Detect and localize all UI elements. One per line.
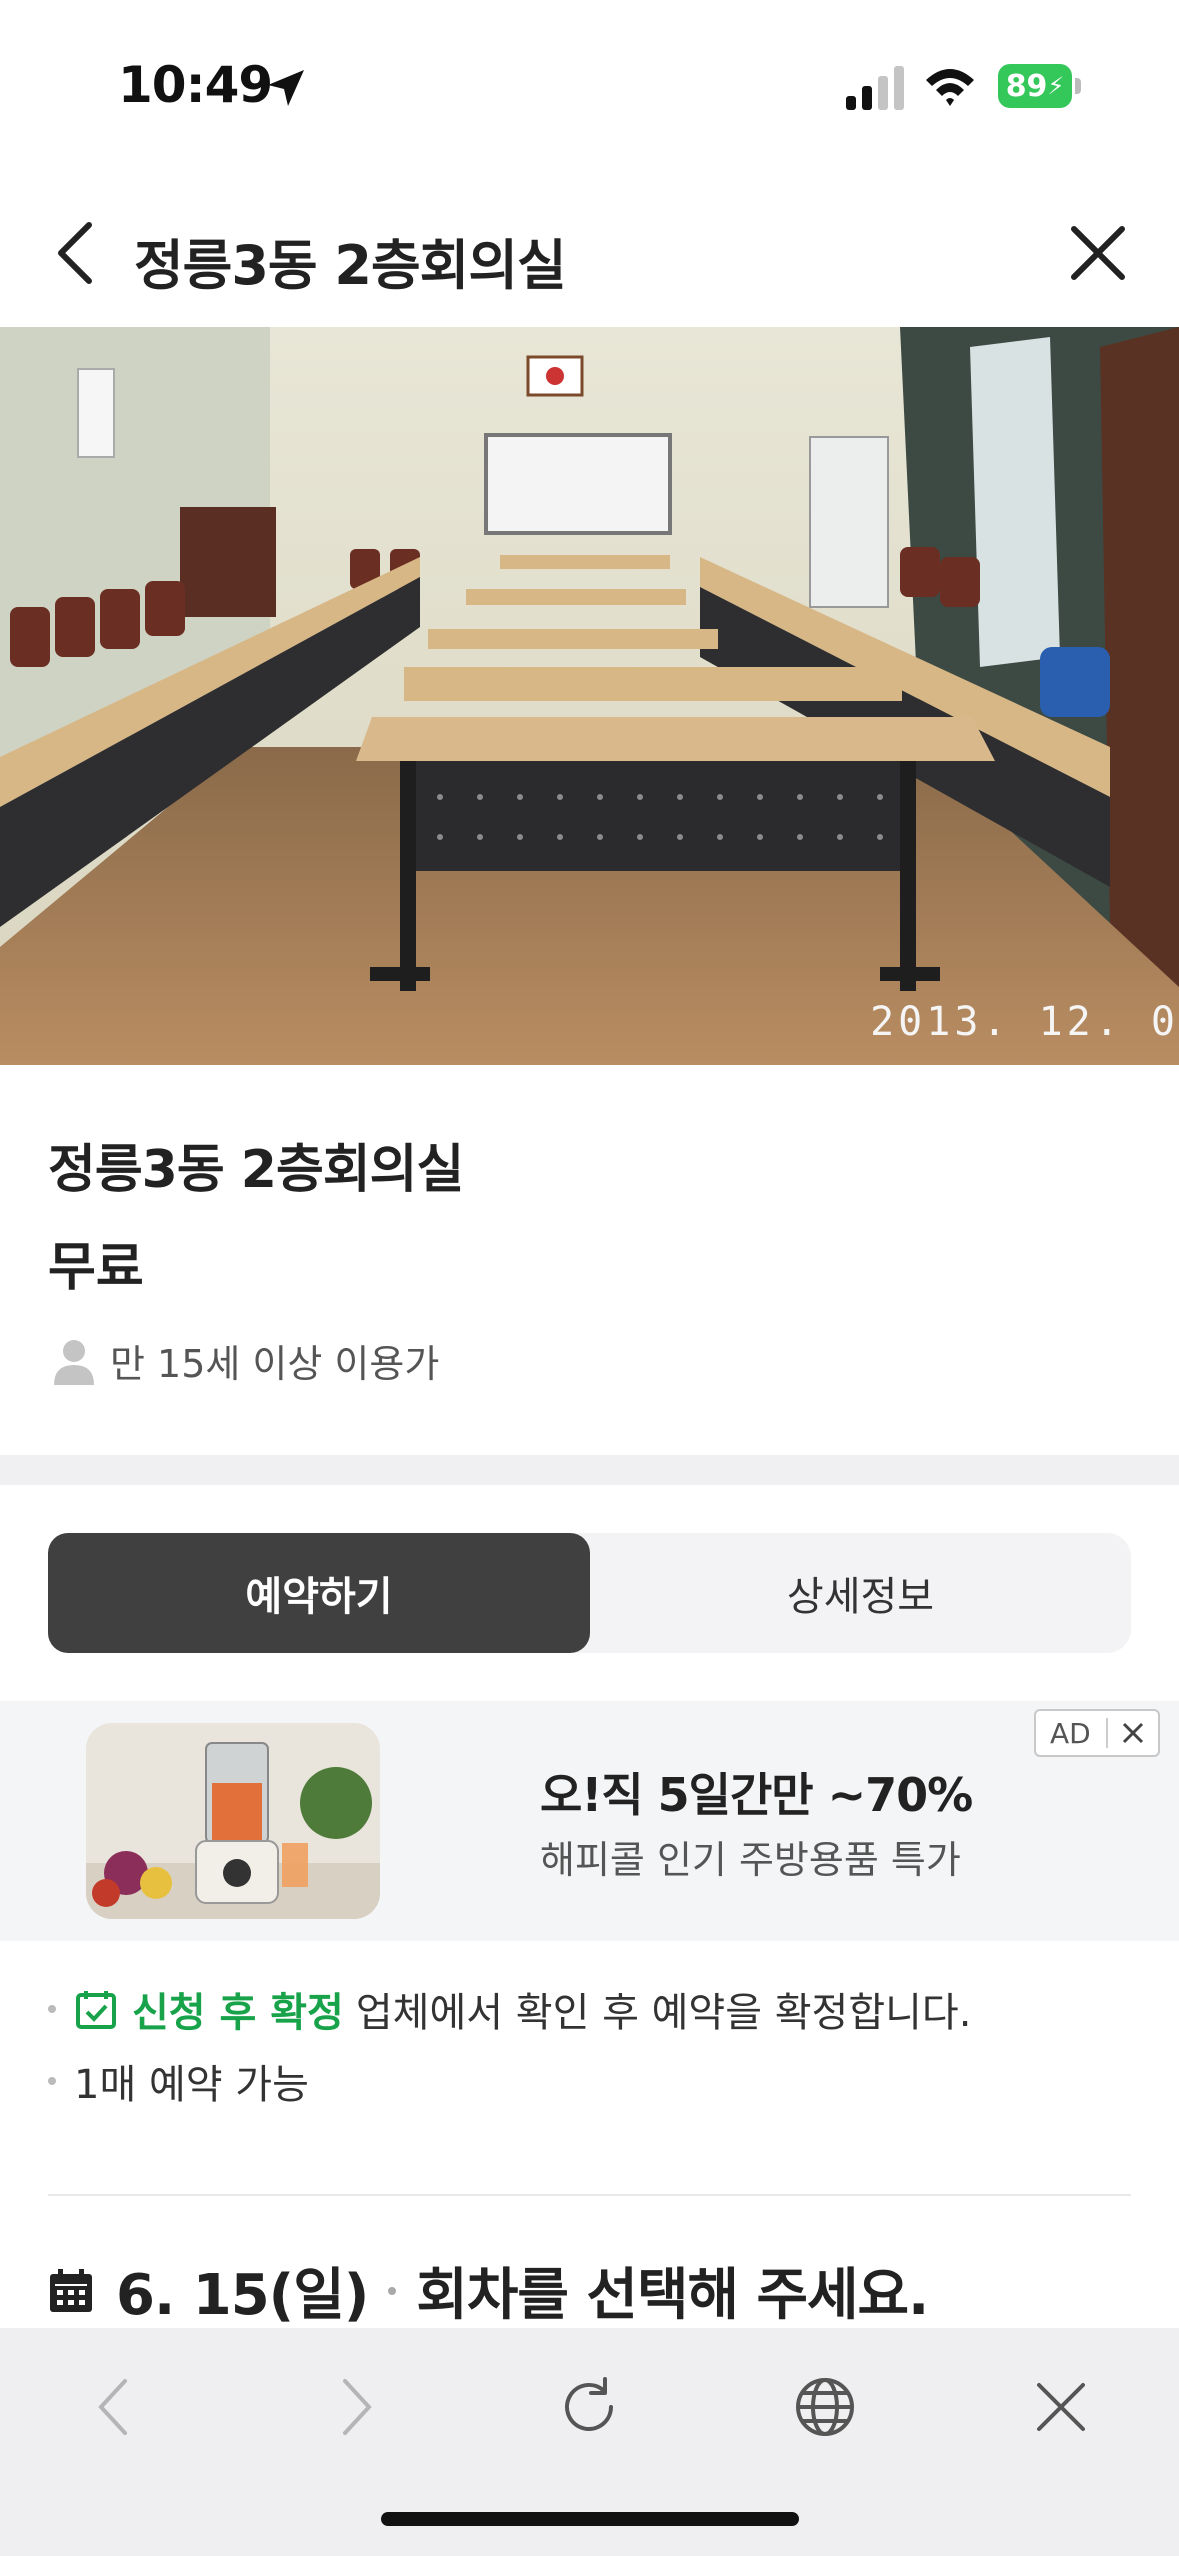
divider xyxy=(48,2194,1131,2196)
photo-date-stamp: 2013. 12. 0 xyxy=(870,999,1179,1045)
calendar-check-icon xyxy=(76,1991,116,2029)
notice-ticket-limit: 1매 예약 가능 xyxy=(48,2052,309,2110)
meeting-room-image xyxy=(0,327,1179,1065)
close-icon xyxy=(1037,2383,1085,2431)
tab-reserve[interactable]: 예약하기 xyxy=(48,1533,590,1653)
venue-price: 무료 xyxy=(48,1238,144,1298)
notice-confirmation: 신청 후 확정 업체에서 확인 후 예약을 확정합니다. xyxy=(48,1980,971,2038)
ad-subtitle: 해피콜 인기 주방용품 특가 xyxy=(540,1838,961,1882)
session-prompt: 회차를 선택해 주세요. xyxy=(416,2263,929,2328)
venue-name: 정릉3동 2층회의실 xyxy=(48,1140,464,1200)
battery-level: 89 ⚡ xyxy=(998,64,1072,108)
browser-back-button[interactable] xyxy=(68,2362,158,2452)
chevron-left-icon xyxy=(58,222,92,284)
status-bar: 10:49 89 ⚡ xyxy=(0,0,1179,175)
battery-percent: 89 xyxy=(1005,68,1048,104)
ad-image xyxy=(86,1723,380,1919)
date-selector[interactable]: 6. 15(일) 회차를 선택해 주세요. xyxy=(48,2250,929,2331)
person-icon xyxy=(54,1339,94,1385)
confirmation-type: 신청 후 확정 xyxy=(132,1990,344,2036)
ad-badge: AD xyxy=(1034,1709,1160,1757)
close-button[interactable] xyxy=(1060,215,1136,291)
browser-forward-button[interactable] xyxy=(312,2362,402,2452)
section-divider xyxy=(0,1455,1179,1485)
ad-banner[interactable]: 오!직 5일간만 ~70% 해피콜 인기 주방용품 특가 AD xyxy=(0,1701,1179,1941)
ad-label: AD xyxy=(1050,1716,1091,1750)
ad-close-button[interactable] xyxy=(1108,1722,1158,1744)
chevron-right-icon xyxy=(343,2379,372,2435)
close-icon xyxy=(1122,1722,1144,1744)
wifi-icon xyxy=(926,69,974,106)
age-restriction: 만 15세 이상 이용가 xyxy=(52,1333,439,1388)
selected-date: 6. 15(일) xyxy=(116,2263,369,2328)
status-time: 10:49 xyxy=(118,56,273,114)
chevron-left-icon xyxy=(98,2379,127,2435)
cellular-signal-icon xyxy=(846,66,904,110)
tab-details[interactable]: 상세정보 xyxy=(590,1533,1131,1653)
bullet xyxy=(48,2005,56,2013)
blender-product-image xyxy=(86,1723,380,1919)
venue-photo[interactable]: 2013. 12. 0 xyxy=(0,327,1179,1065)
home-indicator[interactable] xyxy=(381,2512,799,2526)
battery-cap xyxy=(1075,78,1081,94)
page-title: 정릉3동 2층회의실 xyxy=(134,234,567,297)
browser-close-button[interactable] xyxy=(1016,2362,1106,2452)
reload-icon xyxy=(565,2377,613,2431)
tab-bar: 예약하기 상세정보 xyxy=(48,1533,1131,1653)
charging-bolt-icon: ⚡ xyxy=(1047,72,1065,100)
ticket-limit-text: 1매 예약 가능 xyxy=(74,2062,309,2108)
separator-dot xyxy=(388,2286,397,2295)
battery-indicator: 89 ⚡ xyxy=(998,64,1082,108)
header: 정릉3동 2층회의실 xyxy=(0,175,1179,327)
browser-globe-button[interactable] xyxy=(780,2362,870,2452)
age-restriction-text: 만 15세 이상 이용가 xyxy=(110,1342,440,1386)
globe-icon xyxy=(796,2378,854,2436)
browser-reload-button[interactable] xyxy=(544,2362,634,2452)
back-button[interactable] xyxy=(40,215,110,291)
ad-title: 오!직 5일간만 ~70% xyxy=(540,1768,973,1822)
bullet xyxy=(48,2077,56,2085)
confirmation-desc: 업체에서 확인 후 예약을 확정합니다. xyxy=(355,1990,972,2036)
venue-info: 정릉3동 2층회의실 무료 만 15세 이상 이용가 xyxy=(0,1065,1179,1455)
page: 10:49 89 ⚡ 정릉3동 2층회의실 2013. 12. 0 정릉3동 2… xyxy=(0,0,1179,2556)
location-arrow-icon xyxy=(268,70,304,106)
calendar-icon xyxy=(50,2268,92,2312)
close-icon xyxy=(1071,226,1125,280)
